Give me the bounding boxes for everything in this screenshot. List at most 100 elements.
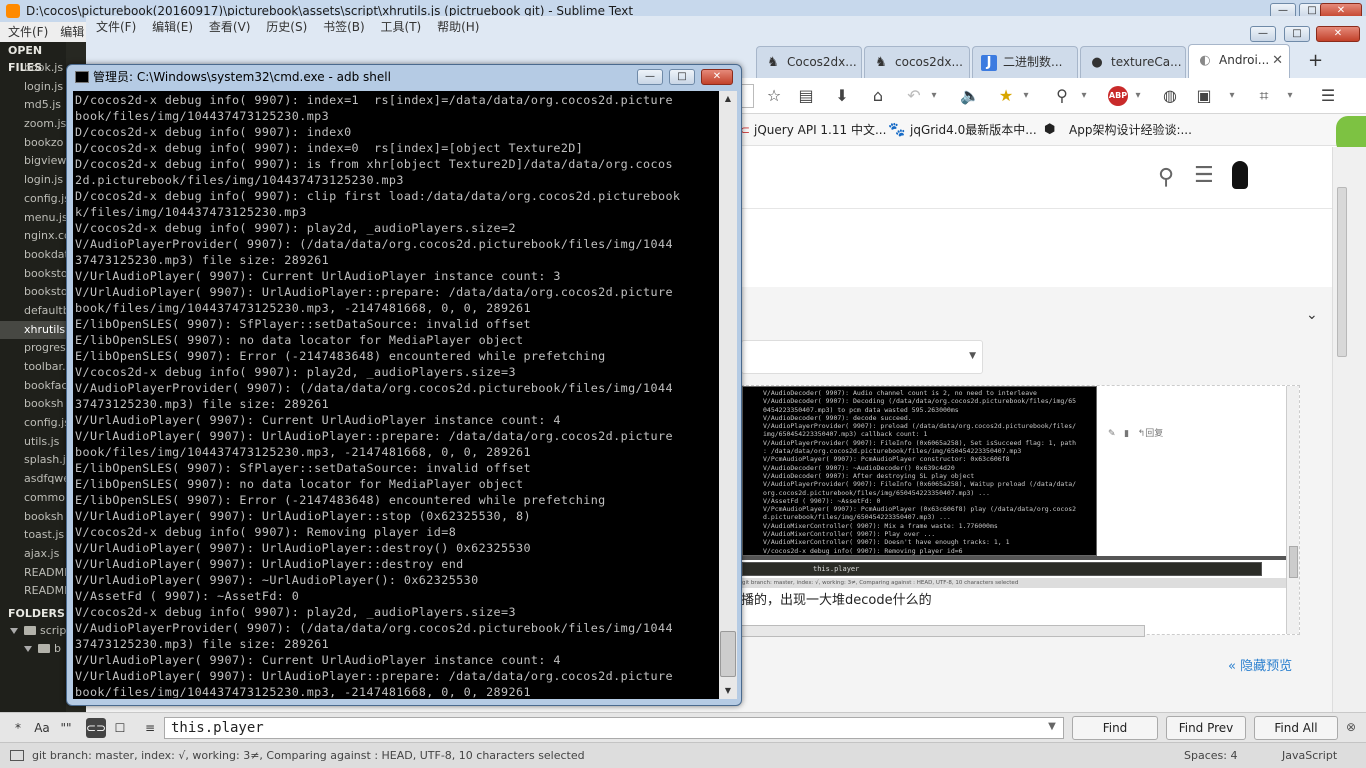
find-close-icon[interactable]: ⊗ — [1343, 719, 1359, 735]
speaker-icon[interactable]: 🔈 — [960, 86, 980, 106]
tab-binary-data[interactable]: J 二进制数... — [972, 46, 1078, 78]
panel-switcher-icon[interactable] — [10, 750, 24, 761]
sidebar-file-item[interactable]: splash.js — [0, 451, 66, 470]
browser-menu-file[interactable]: 文件(F) — [90, 20, 142, 34]
chevron-down-icon[interactable]: ▾ — [1016, 86, 1036, 106]
tab-texturecache[interactable]: ● textureCa... — [1080, 46, 1186, 78]
browser-menu-tools[interactable]: 工具(T) — [375, 20, 428, 34]
new-tab-plus-icon[interactable]: + — [1308, 50, 1323, 71]
sidebar-file-item[interactable]: zoom.js — [0, 115, 66, 134]
sidebar-file-item[interactable]: booksh — [0, 508, 66, 527]
screenshot-icon[interactable]: ▣ — [1194, 86, 1214, 106]
adblock-icon[interactable]: ABP — [1108, 86, 1128, 106]
sidebar-file-item[interactable]: toolbar. — [0, 358, 66, 377]
sidebar-file-item[interactable]: ajax.js — [0, 545, 66, 564]
chevron-down-icon[interactable]: ▾ — [1128, 86, 1148, 106]
sidebar-file-item[interactable]: toast.js — [0, 526, 66, 545]
regex-toggle[interactable]: * — [8, 718, 28, 738]
home-icon[interactable]: ⌂ — [868, 86, 888, 106]
bookmark-jquery[interactable]: jQuery API 1.11 中文... — [754, 114, 886, 146]
sidebar-file-item[interactable]: README — [0, 564, 66, 583]
tab-close-icon[interactable]: ✕ — [1272, 46, 1283, 76]
browser-menu-help[interactable]: 帮助(H) — [431, 20, 485, 34]
in-selection-toggle[interactable]: ☐ — [110, 718, 130, 738]
tab-cocos2dx-1[interactable]: ♞ Cocos2dx... — [756, 46, 862, 78]
sidebar-file-item[interactable]: bookfac — [0, 377, 66, 396]
cat-logo-icon[interactable] — [1232, 161, 1248, 189]
satellite-icon[interactable]: ⚲ — [1052, 86, 1072, 106]
sidebar-file-item[interactable]: bigview — [0, 152, 66, 171]
preview-hscroll[interactable] — [741, 625, 1145, 637]
browser-vscroll[interactable] — [1332, 147, 1366, 712]
folder-item-sub[interactable]: b — [0, 640, 66, 658]
bookmark-star-icon[interactable]: ☆ — [764, 86, 784, 106]
folder-item-script[interactable]: scrip — [0, 622, 66, 640]
search-icon[interactable]: ⚲ — [1158, 165, 1174, 190]
sublime-menu-file[interactable]: 文件(F) — [0, 25, 52, 39]
find-button[interactable]: Find — [1072, 716, 1158, 740]
undo-icon[interactable]: ↶ — [904, 86, 924, 106]
sidebar-file-item[interactable]: asdfqwe — [0, 470, 66, 489]
download-icon[interactable]: ⬇ — [832, 86, 852, 106]
chevron-down-icon[interactable]: ▾ — [1222, 86, 1242, 106]
sidebar-file-item[interactable]: defaultb — [0, 302, 66, 321]
bookmark-app-architecture[interactable]: App架构设计经验谈:... — [1069, 114, 1192, 146]
cmd-vscroll[interactable]: ▲ ▼ — [719, 91, 737, 699]
wrap-toggle[interactable]: ⊂⊃ — [86, 718, 106, 738]
browser-close-button[interactable]: ✕ — [1316, 26, 1360, 42]
chevron-down-icon[interactable]: ▾ — [1074, 86, 1094, 106]
chevron-down-icon[interactable]: ▼ — [969, 351, 976, 361]
crop-icon[interactable]: ⌗ — [1254, 86, 1274, 106]
sidebar-file-item[interactable]: commo — [0, 489, 66, 508]
cmd-maximize-button[interactable]: □ — [669, 69, 695, 85]
case-sensitive-toggle[interactable]: Aa — [32, 718, 52, 738]
preview-scroll-thumb[interactable] — [1289, 546, 1298, 578]
cmd-minimize-button[interactable]: — — [637, 69, 663, 85]
preview-vscroll[interactable] — [1286, 386, 1299, 634]
cmd-close-button[interactable]: ✕ — [701, 69, 733, 85]
sidebar-file-item[interactable]: login.js — [0, 171, 66, 190]
browser-minimize-button[interactable]: — — [1250, 26, 1276, 42]
sidebar-file-item[interactable]: bookdat — [0, 246, 66, 265]
chevron-down-icon[interactable]: ▾ — [924, 86, 944, 106]
find-all-button[interactable]: Find All — [1254, 716, 1338, 740]
category-select[interactable]: ▼ — [741, 340, 983, 374]
scroll-down-arrow-icon[interactable]: ▼ — [719, 683, 737, 699]
highlight-matches-toggle[interactable]: ≡ — [140, 718, 160, 738]
whole-word-toggle[interactable]: "" — [56, 718, 76, 738]
browser-menu-view[interactable]: 查看(V) — [203, 20, 257, 34]
cmd-scroll-thumb[interactable] — [720, 631, 736, 677]
sublime-menu-edit[interactable]: 编辑 — [52, 25, 86, 39]
sidebar-file-item[interactable]: menu.js — [0, 209, 66, 228]
sidebar-file-item[interactable]: nginx.co — [0, 227, 66, 246]
sidebar-file-item[interactable]: md5.js — [0, 96, 66, 115]
find-input[interactable]: this.player — [164, 717, 1064, 739]
tab-cocos2dx-2[interactable]: ♞ cocos2dx... — [864, 46, 970, 78]
sidebar-file-item[interactable]: booksto — [0, 265, 66, 284]
browser-scroll-thumb[interactable] — [1337, 187, 1347, 357]
sidebar-file-item[interactable]: login.js — [0, 78, 66, 97]
sidebar-file-item[interactable]: progres — [0, 339, 66, 358]
syntax-status[interactable]: JavaScript — [1282, 743, 1337, 768]
find-history-chevron-down-icon[interactable]: ▼ — [1044, 719, 1060, 735]
reading-list-icon[interactable]: ▤ — [796, 86, 816, 106]
scroll-up-arrow-icon[interactable]: ▲ — [719, 91, 737, 107]
sidebar-file-item[interactable]: bookzo — [0, 134, 66, 153]
sidebar-file-item[interactable]: utils.js — [0, 433, 66, 452]
chevron-down-icon[interactable]: ▾ — [1280, 86, 1300, 106]
browser-menu-bookmarks[interactable]: 书签(B) — [317, 20, 371, 34]
expand-arrow-icon[interactable] — [10, 627, 18, 634]
sidebar-file-item[interactable]: README — [0, 582, 66, 601]
indentation-status[interactable]: Spaces: 4 — [1184, 743, 1237, 768]
bookmark-jqgrid[interactable]: jqGrid4.0最新版本中... — [910, 114, 1037, 146]
cmd-console[interactable]: D/cocos2d-x debug info( 9907): index=1 r… — [73, 91, 737, 699]
star-addon-icon[interactable]: ★ — [996, 86, 1016, 106]
hamburger-menu-icon[interactable]: ☰ — [1318, 86, 1338, 106]
hide-preview-link[interactable]: « 隐藏预览 — [1228, 655, 1292, 674]
browser-maximize-button[interactable]: □ — [1284, 26, 1310, 42]
globe-addon-icon[interactable]: ◍ — [1160, 86, 1180, 106]
sidebar-file-item[interactable]: xhrutils. — [0, 320, 66, 340]
sidebar-file-item[interactable]: booksh — [0, 395, 66, 414]
reply-link[interactable]: 回复 — [1145, 429, 1163, 439]
sidebar-file-item[interactable]: booksto — [0, 283, 66, 302]
